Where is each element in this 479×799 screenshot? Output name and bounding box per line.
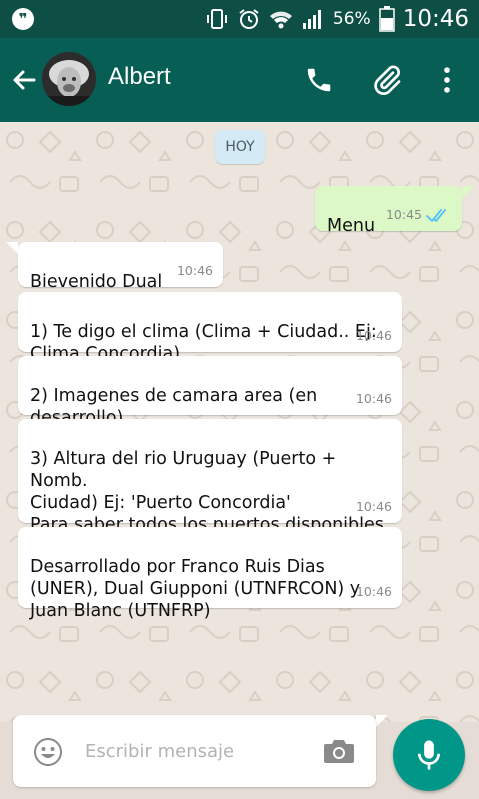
message-time: 10:46 [355,328,392,343]
microphone-icon [417,740,441,770]
date-chip: HOY [215,130,265,164]
message-text: Bievenido Dual [30,272,163,292]
status-bar: ❞ 56% 10:46 [0,0,479,38]
voice-record-button[interactable] [393,719,465,791]
chat-header: Albert [0,38,479,122]
composer-tail [376,715,388,727]
message-in[interactable]: 1) Te digo el clima (Clima + Ciudad.. Ej… [18,292,402,364]
call-button[interactable] [302,62,336,98]
message-input[interactable] [83,733,307,769]
signal-icon [302,10,321,29]
clock: 10:46 [402,6,469,32]
alarm-icon [239,9,259,29]
bubble-tail [462,186,474,198]
message-time: 10:46 [176,263,213,278]
vibrate-icon [206,9,227,29]
camera-icon[interactable] [323,737,355,765]
double-check-icon [426,209,446,222]
avatar[interactable] [42,52,96,106]
message-in[interactable]: 2) Imagenes de camara area (en desarroll… [18,356,402,428]
contact-name[interactable]: Albert [108,63,171,91]
battery-icon [378,6,395,32]
message-in[interactable]: 3) Altura del rio Uruguay (Puerto + Nomb… [18,419,402,557]
quote-notification-icon: ❞ [12,8,34,30]
message-time: 10:46 [355,584,392,599]
more-options-button[interactable] [430,62,464,98]
message-time: 10:45 [385,207,422,222]
message-time: 10:46 [355,499,392,514]
phone-icon [307,68,331,92]
message-time: 10:46 [355,391,392,406]
message-out[interactable]: Menu 10:45 [315,186,462,236]
bubble-tail [6,242,18,254]
emoji-icon[interactable] [33,737,63,767]
more-vert-icon [444,67,450,93]
message-composer [13,715,376,787]
chat-area[interactable]: HOY Menu 10:45 Bievenido Dual 10:46 1) T… [0,122,479,722]
message-in[interactable]: Bievenido Dual 10:46 [18,242,223,292]
status-icons: 56% 10:46 [205,4,469,34]
back-arrow-icon[interactable] [8,64,40,96]
attach-button[interactable] [370,62,404,98]
message-text: Menu [327,216,376,236]
message-in[interactable]: Desarrollado por Franco Ruis Dias (UNER)… [18,527,402,621]
battery-percent: 56% [332,9,371,29]
paperclip-icon [374,65,401,95]
wifi-icon [269,11,292,29]
